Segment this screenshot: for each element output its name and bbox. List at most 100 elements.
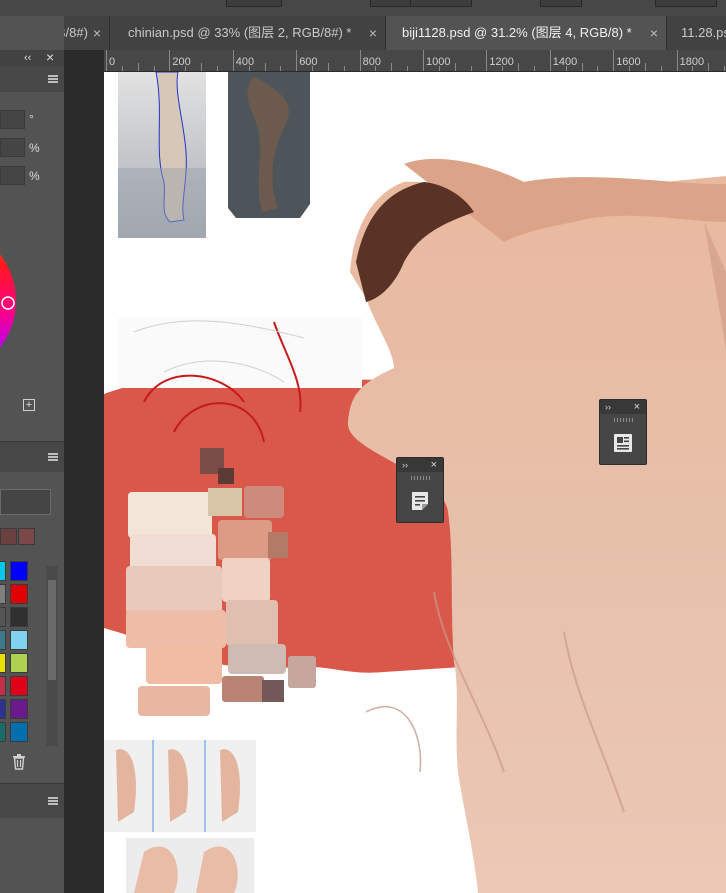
ruler-minor-tick — [216, 66, 218, 71]
color-swatch[interactable] — [10, 584, 28, 604]
recent-color-swatch[interactable] — [18, 528, 35, 545]
horizontal-ruler[interactable]: 0 200 400 600 800 1000 1200 1400 1600 1800 — [104, 50, 726, 72]
ruler-major-tick — [169, 50, 171, 71]
properties-floating-panel[interactable]: ›› × — [599, 399, 647, 465]
color-swatch[interactable] — [0, 653, 6, 673]
ruler-major-tick — [232, 50, 234, 71]
color-swatch[interactable] — [0, 630, 6, 650]
color-swatch[interactable] — [10, 722, 28, 742]
toolbar-gutter — [64, 50, 104, 893]
tab-document-3[interactable]: biji1128.psd @ 31.2% (图层 4, RGB/8) * × — [386, 16, 667, 50]
color-swatch[interactable] — [10, 607, 28, 627]
panel-menu-icon[interactable] — [48, 453, 58, 461]
close-icon[interactable]: × — [369, 16, 377, 50]
drag-grip[interactable] — [411, 476, 431, 480]
ruler-minor-tick — [327, 63, 329, 71]
percent-field-1[interactable] — [0, 138, 25, 157]
panel-dock-header: ‹‹ × — [0, 49, 64, 66]
recent-color-swatch[interactable] — [0, 528, 17, 545]
close-icon[interactable]: × — [431, 458, 437, 472]
ruler-label: 400 — [235, 56, 255, 68]
color-swatch[interactable] — [0, 584, 6, 604]
percent-unit: % — [29, 141, 40, 155]
reference-thumbnails — [104, 740, 256, 893]
ruler-minor-tick — [121, 66, 123, 71]
reference-photo-dark — [228, 72, 310, 218]
ruler-minor-tick — [629, 66, 631, 71]
panel-menu-icon[interactable] — [48, 75, 58, 83]
ruler-major-tick — [106, 50, 107, 71]
options-control[interactable] — [410, 0, 472, 7]
swatch-search-field[interactable] — [0, 489, 51, 515]
notes-icon[interactable] — [411, 491, 429, 511]
mini-panel-header: ›› × — [600, 400, 646, 414]
panel-menu-icon[interactable] — [48, 797, 58, 805]
options-control[interactable] — [226, 0, 282, 7]
close-icon[interactable]: × — [93, 16, 101, 50]
ruler-minor-tick — [264, 63, 266, 71]
ruler-label: 600 — [299, 56, 318, 68]
swatches-panel-header — [0, 441, 64, 472]
tab-label: chinian.psd @ 33% (图层 2, RGB/8#) * — [128, 25, 352, 40]
percent-unit: % — [29, 169, 40, 183]
ruler-minor-tick — [518, 63, 520, 71]
layers-panel-header — [0, 783, 64, 818]
ruler-minor-tick — [407, 66, 409, 71]
ruler-minor-tick — [201, 63, 203, 71]
sketch-area — [118, 318, 362, 388]
tab-document-2[interactable]: chinian.psd @ 33% (图层 2, RGB/8#) * × — [110, 16, 386, 50]
color-swatch[interactable] — [0, 676, 6, 696]
ruler-minor-tick — [692, 66, 694, 71]
color-swatch[interactable] — [10, 561, 28, 581]
ruler-label: 800 — [362, 56, 381, 68]
options-control[interactable] — [540, 0, 582, 7]
delete-swatch-button[interactable] — [12, 754, 26, 770]
tab-label: biji1128.psd @ 31.2% (图层 4, RGB/8) * — [402, 25, 632, 40]
ruler-major-tick — [613, 50, 615, 71]
add-swatch-button[interactable]: + — [23, 399, 35, 411]
ruler-minor-tick — [375, 66, 377, 71]
ruler-major-tick — [296, 50, 298, 71]
close-icon[interactable]: × — [650, 16, 658, 50]
color-swatch[interactable] — [10, 699, 28, 719]
swatch-scrollbar[interactable] — [46, 566, 58, 746]
color-swatch[interactable] — [10, 676, 28, 696]
ruler-minor-tick — [724, 66, 726, 71]
expand-icon[interactable]: ›› — [605, 400, 611, 414]
ruler-major-tick — [486, 50, 488, 71]
close-icon[interactable]: × — [634, 400, 640, 414]
ruler-major-tick — [359, 50, 361, 71]
collapse-icon[interactable]: ‹‹ — [24, 50, 31, 66]
drag-grip[interactable] — [614, 418, 634, 422]
ruler-major-tick — [676, 50, 678, 71]
color-swatch[interactable] — [0, 561, 6, 581]
color-wheel[interactable] — [0, 226, 64, 396]
color-swatch[interactable] — [0, 607, 6, 627]
color-panel-header — [0, 66, 64, 92]
angle-field[interactable] — [0, 110, 25, 129]
document-icon[interactable] — [613, 433, 633, 453]
ruler-label: 200 — [172, 56, 191, 68]
tab-document-4[interactable]: 11.28.ps — [667, 16, 726, 50]
ruler-minor-tick — [185, 66, 187, 71]
ruler-minor-tick — [470, 66, 472, 71]
percent-field-2[interactable] — [0, 166, 25, 185]
ruler-minor-tick — [248, 66, 250, 71]
options-control[interactable] — [370, 0, 412, 7]
ruler-minor-tick — [660, 66, 662, 71]
ruler-minor-tick — [153, 66, 155, 71]
options-control[interactable] — [655, 0, 717, 7]
close-icon[interactable]: × — [46, 49, 54, 65]
notes-floating-panel[interactable]: ›› × — [396, 457, 444, 523]
scrollbar-thumb[interactable] — [48, 580, 56, 680]
ruler-minor-tick — [312, 66, 314, 71]
color-swatch[interactable] — [0, 699, 6, 719]
color-swatch[interactable] — [10, 630, 28, 650]
ruler-minor-tick — [597, 66, 599, 71]
ruler-minor-tick — [533, 66, 535, 71]
expand-icon[interactable]: ›› — [402, 458, 408, 472]
color-swatch[interactable] — [0, 722, 6, 742]
options-bar-strip — [0, 0, 726, 16]
ruler-minor-tick — [502, 66, 504, 71]
color-swatch[interactable] — [10, 653, 28, 673]
